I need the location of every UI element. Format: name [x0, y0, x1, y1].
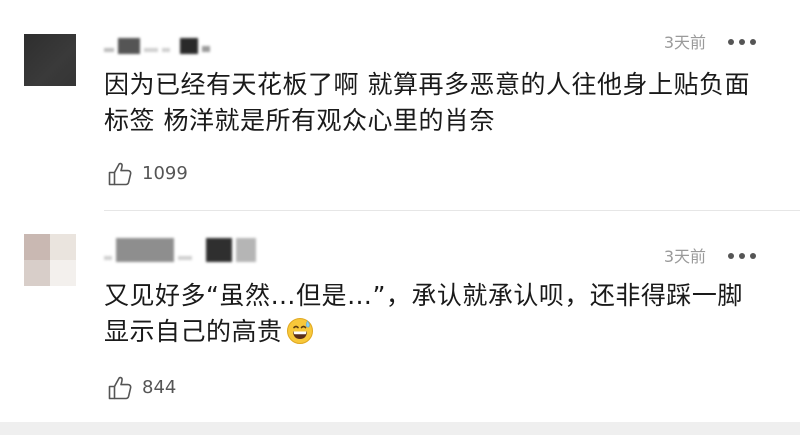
dot	[750, 39, 756, 45]
comment-time: 3天前	[663, 33, 706, 52]
redaction-block	[178, 256, 192, 260]
redaction-block	[202, 46, 210, 52]
redaction-block	[104, 48, 114, 52]
like-count: 1099	[142, 163, 188, 184]
more-dots-icon[interactable]	[728, 38, 756, 46]
thumbs-up-icon	[108, 162, 132, 186]
redaction-block	[116, 238, 174, 262]
avatar-pixel	[24, 260, 50, 286]
avatar-pixel	[50, 234, 76, 260]
comment-item: 3天前 又见好多“虽然…但是…”，承认就承认呗，还非得踩一脚显示自己的高贵 84…	[0, 212, 800, 422]
user-avatar[interactable]	[24, 234, 76, 286]
redaction-block	[162, 48, 170, 52]
redaction-block	[104, 256, 112, 260]
avatar-pixel	[24, 234, 50, 260]
dot	[739, 253, 745, 259]
avatar-pixel	[50, 260, 76, 286]
more-dots-icon[interactable]	[728, 252, 756, 260]
comment-item: 3天前 因为已经有天花板了啊 就算再多恶意的人往他身上贴负面标签 杨洋就是所有观…	[0, 0, 800, 211]
username-redacted[interactable]	[104, 36, 210, 54]
redaction-block	[236, 238, 256, 262]
dot	[728, 39, 734, 45]
comment-text: 又见好多“虽然…但是…”，承认就承认呗，还非得踩一脚显示自己的高贵	[104, 278, 764, 350]
comment-time: 3天前	[663, 247, 706, 266]
footer-bar	[0, 422, 800, 435]
redaction-block	[118, 38, 140, 54]
dot	[728, 253, 734, 259]
grinning-face-with-sweat-icon	[286, 318, 313, 344]
like-button[interactable]: 1099	[106, 160, 188, 188]
comment-divider	[104, 210, 800, 211]
like-count: 844	[142, 377, 177, 398]
user-avatar[interactable]	[24, 34, 76, 86]
redaction-block	[144, 48, 158, 52]
like-button[interactable]: 844	[106, 374, 176, 402]
comment-text-body: 又见好多“虽然…但是…”，承认就承认呗，还非得踩一脚显示自己的高贵	[104, 281, 743, 346]
dot	[739, 39, 745, 45]
comment-text: 因为已经有天花板了啊 就算再多恶意的人往他身上贴负面标签 杨洋就是所有观众心里的…	[104, 70, 750, 135]
redaction-block	[180, 38, 198, 54]
thumbs-up-icon	[108, 376, 132, 400]
redaction-block	[206, 238, 232, 262]
username-redacted[interactable]	[104, 236, 256, 262]
dot	[750, 253, 756, 259]
